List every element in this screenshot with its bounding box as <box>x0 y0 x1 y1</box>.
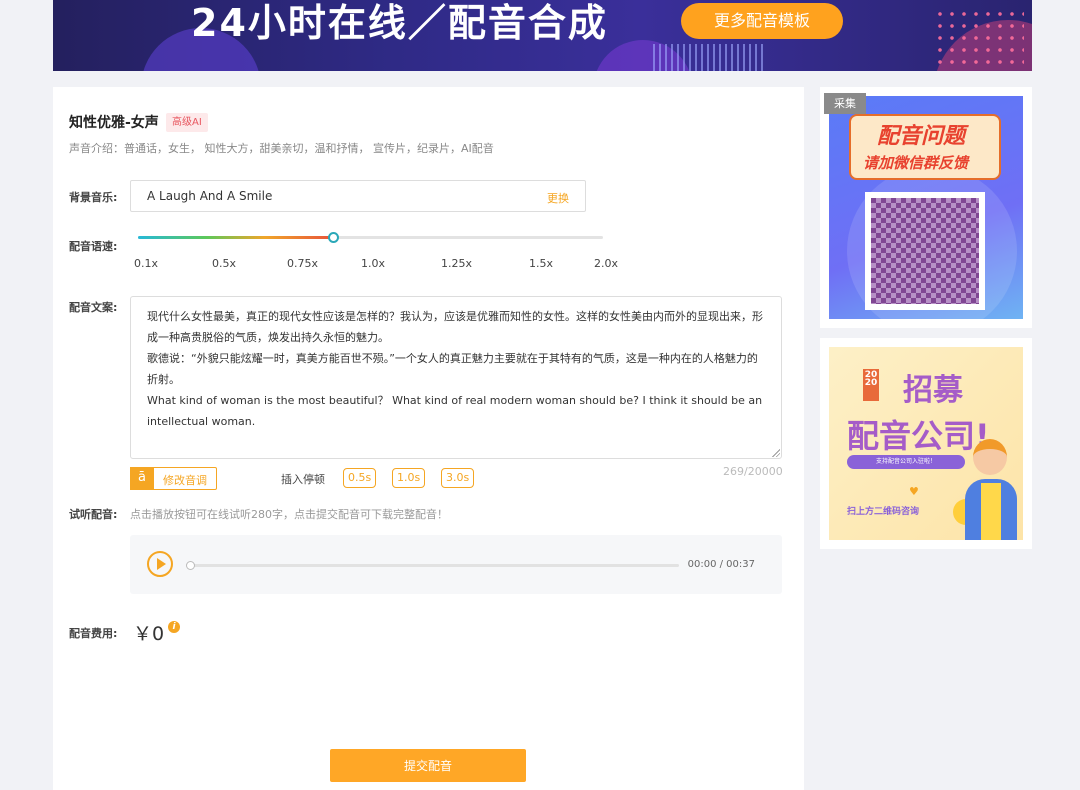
preview-note: 点击播放按钮可在线试听280字，点击提交配音可下载完整配音！ <box>130 508 448 521</box>
char-count: 269/20000 <box>723 465 783 478</box>
speed-tick[interactable]: 0.75x <box>287 257 318 270</box>
illustration-head <box>973 439 1007 475</box>
qr-code-pattern <box>871 198 979 304</box>
synthesis-panel: 知性优雅-女声 高级AI 声音介绍：普通话，女生， 知性大方，甜美亲切，温和抒情… <box>53 87 804 790</box>
person-illustration <box>955 439 1023 540</box>
poster-caption: 扫上方二维码咨询 <box>847 507 920 517</box>
bgm-change-link[interactable]: 更换 <box>547 190 569 206</box>
poster-title: 招募 <box>903 373 963 408</box>
info-icon[interactable]: i <box>168 621 180 633</box>
script-label: 配音文案: <box>69 301 118 314</box>
speed-tick[interactable]: 0.1x <box>134 257 158 270</box>
pause-1.0s-button[interactable]: 1.0s <box>392 468 426 488</box>
bgm-field[interactable]: A Laugh And A Smile 更换 <box>130 180 586 212</box>
poster-subtitle: 请加微信群反馈 <box>863 154 969 172</box>
speed-tick[interactable]: 2.0x <box>594 257 618 270</box>
voice-name: 知性优雅-女声 <box>69 115 159 131</box>
audio-time: 00:00 / 00:37 <box>687 559 755 570</box>
poster-title: 配音问题 <box>877 124 966 149</box>
top-banner: 24小时在线／配音合成 更多配音模板 <box>53 0 1032 71</box>
collect-tag[interactable]: 采集 <box>824 93 866 114</box>
modify-pitch-button[interactable]: ā 修改音调 <box>130 467 217 490</box>
modify-pitch-label: 修改音调 <box>163 474 207 487</box>
speed-tick[interactable]: 0.5x <box>212 257 236 270</box>
feedback-ad[interactable]: 配音问题 请加微信群反馈 采集 <box>820 87 1032 328</box>
speed-tick[interactable]: 1.0x <box>361 257 385 270</box>
recruit-ad[interactable]: 2020 招募 配音公司! 支持配音公司入驻啦！ ♥ 扫上方二维码咨询 <box>820 338 1032 549</box>
speed-tick[interactable]: 1.5x <box>529 257 553 270</box>
pause-3.0s-button[interactable]: 3.0s <box>441 468 475 488</box>
fee-value: ￥0 <box>133 623 165 645</box>
more-templates-button[interactable]: 更多配音模板 <box>681 3 843 39</box>
fee-label: 配音费用: <box>69 627 118 640</box>
illustration-shirt <box>981 483 1001 540</box>
recruit-poster: 2020 招募 配音公司! 支持配音公司入驻啦！ ♥ 扫上方二维码咨询 <box>829 347 1023 540</box>
bgm-label: 背景音乐: <box>69 191 118 204</box>
poster-year: 2020 <box>863 369 879 401</box>
play-icon[interactable] <box>147 551 173 577</box>
script-paragraph: 现代什么女性最美，真正的现代女性应该是怎样的？我认为，应该是优雅而知性的女性。这… <box>147 310 763 344</box>
speed-slider-fill <box>138 236 334 239</box>
bgm-track-name: A Laugh And A Smile <box>147 189 273 203</box>
voice-badge: 高级AI <box>166 113 208 132</box>
speed-tick[interactable]: 1.25x <box>441 257 472 270</box>
script-paragraph: What kind of woman is the most beautiful… <box>147 394 763 428</box>
speed-slider[interactable] <box>138 232 603 243</box>
speed-slider-handle[interactable] <box>328 232 340 243</box>
poster-title-card: 配音问题 请加微信群反馈 <box>849 114 1001 180</box>
audio-progress-handle[interactable] <box>186 561 195 570</box>
banner-decoration <box>653 44 763 71</box>
qr-code <box>865 192 985 310</box>
banner-dots-decoration <box>934 8 1024 64</box>
poster-pill: 支持配音公司入驻啦！ <box>847 455 965 469</box>
audio-progress-bar[interactable] <box>186 561 679 570</box>
speed-label: 配音语速: <box>69 240 118 253</box>
resize-handle-icon[interactable] <box>772 449 780 457</box>
pitch-icon: ā <box>130 467 154 490</box>
heart-icon: ♥ <box>909 485 919 498</box>
pause-0.5s-button[interactable]: 0.5s <box>343 468 377 488</box>
banner-title: 24小时在线／配音合成 <box>191 1 608 45</box>
voice-intro: 声音介绍：普通话，女生， 知性大方，甜美亲切，温和抒情， 宣传片，纪录片，AI配… <box>69 142 494 155</box>
feedback-poster: 配音问题 请加微信群反馈 <box>829 96 1023 319</box>
preview-label: 试听配音: <box>69 508 118 521</box>
insert-pause-label: 插入停顿 <box>281 473 325 486</box>
script-textarea[interactable]: 现代什么女性最美，真正的现代女性应该是怎样的？我认为，应该是优雅而知性的女性。这… <box>130 296 782 459</box>
audio-player: 00:00 / 00:37 <box>130 535 782 594</box>
submit-voiceover-button[interactable]: 提交配音 <box>330 749 526 782</box>
script-paragraph: 歌德说：“外貌只能炫耀一时，真美方能百世不殒。”一个女人的真正魅力主要就在于其特… <box>147 352 758 386</box>
